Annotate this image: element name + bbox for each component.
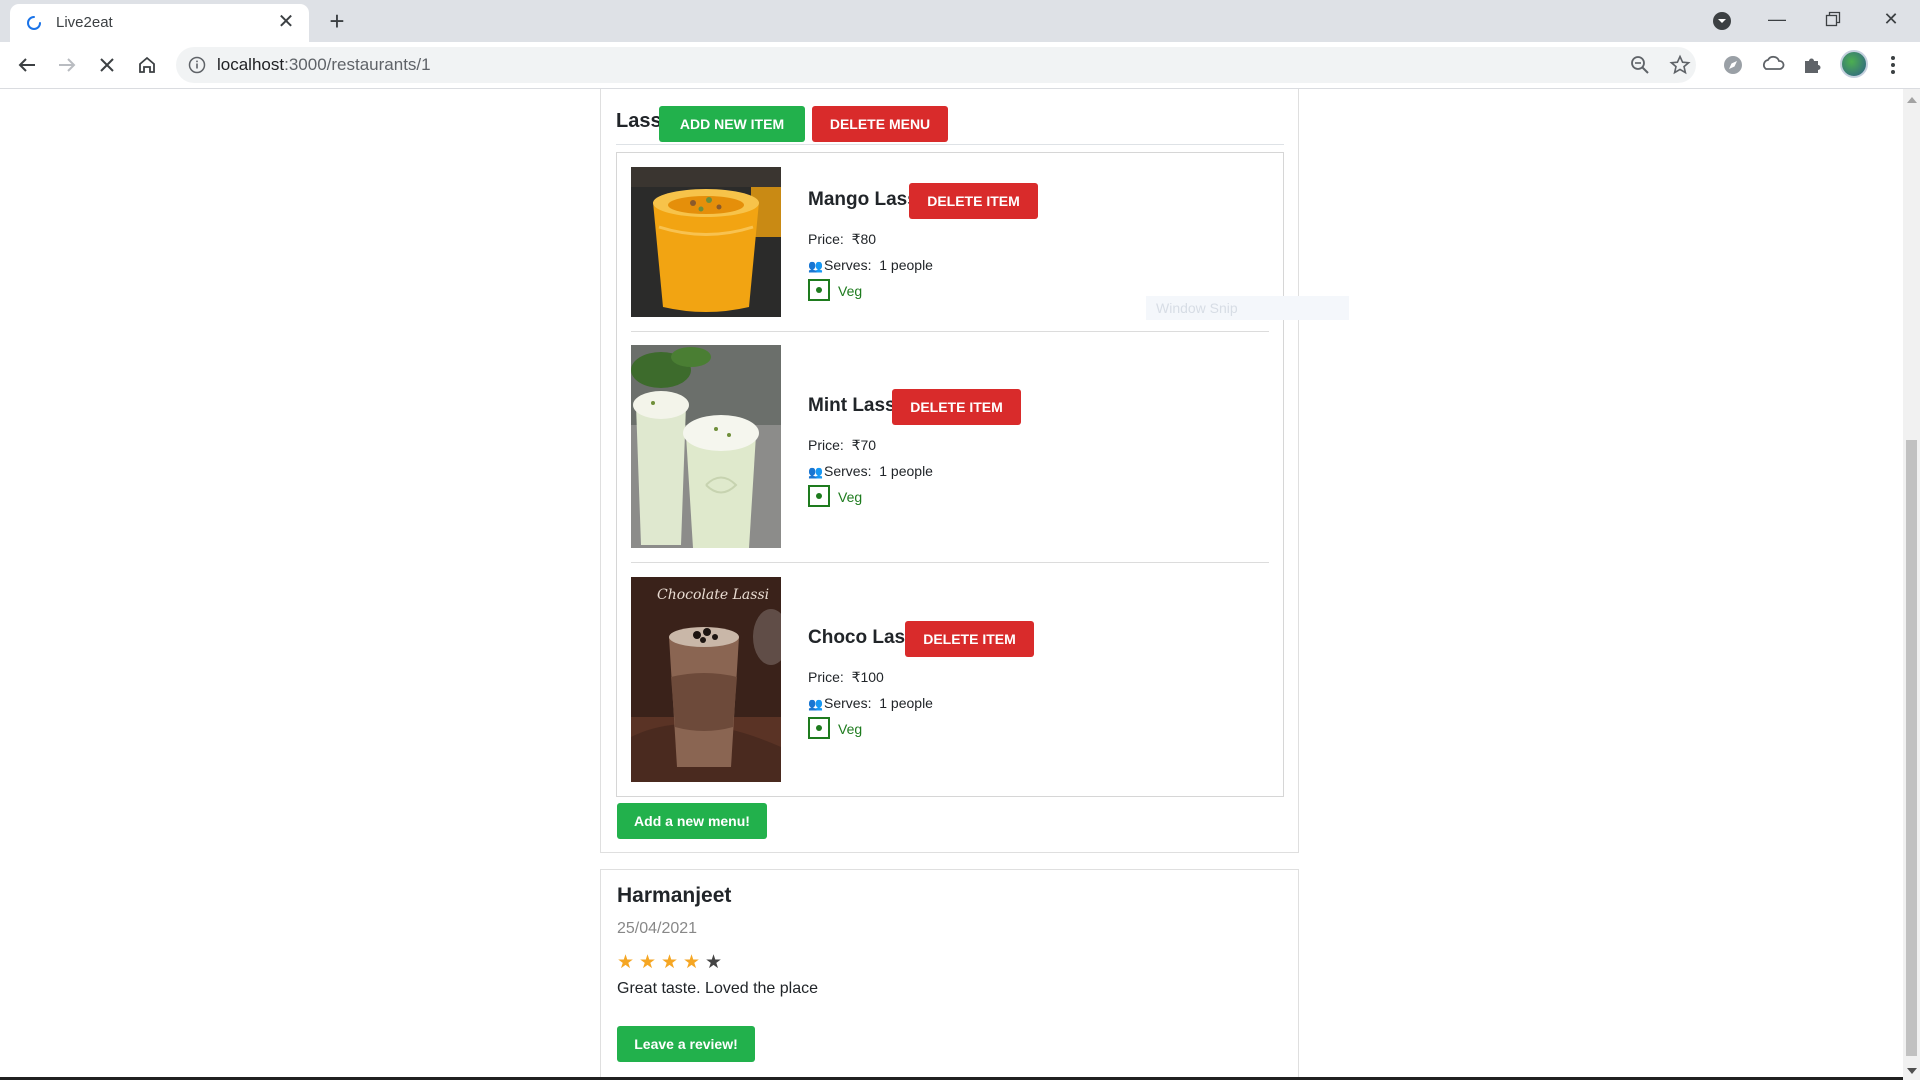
tab-strip: Live2eat ✕ + — ✕: [0, 0, 1920, 42]
item-price: Price: ₹70: [808, 437, 877, 453]
menu-items-list: Mango Lassi DELETE ITEM Price: ₹80 👥Serv…: [616, 152, 1284, 797]
back-arrow-icon[interactable]: [12, 50, 42, 80]
people-icon: 👥: [808, 697, 823, 711]
home-icon[interactable]: [132, 50, 162, 80]
delete-item-button[interactable]: DELETE ITEM: [892, 389, 1021, 425]
profile-avatar[interactable]: [1840, 50, 1868, 78]
restore-icon[interactable]: [1813, 4, 1853, 34]
scroll-down-arrow-icon[interactable]: [1907, 1068, 1917, 1074]
more-menu-icon[interactable]: [1878, 50, 1908, 80]
review-date: 25/04/2021: [617, 920, 698, 937]
star-empty-icon: ★: [705, 952, 723, 973]
star-filled-icon: ★: [617, 952, 635, 973]
review-text: Great taste. Loved the place: [617, 980, 819, 997]
star-rating: ★ ★ ★ ★ ★: [617, 951, 727, 973]
bookmark-star-icon[interactable]: [1669, 54, 1691, 76]
people-icon: 👥: [808, 465, 823, 479]
page-viewport: Lassi ADD NEW ITEM DELETE MENU Mango Las…: [0, 89, 1920, 1080]
star-filled-icon: ★: [661, 952, 679, 973]
forward-arrow-icon[interactable]: [52, 50, 82, 80]
stop-loading-icon[interactable]: [92, 50, 122, 80]
veg-indicator-icon: [808, 279, 830, 301]
scroll-up-arrow-icon[interactable]: [1907, 97, 1917, 103]
menu-header: Lassi ADD NEW ITEM DELETE MENU: [616, 98, 1284, 145]
url-text: localhost:3000/restaurants/1: [217, 55, 431, 74]
add-new-item-button[interactable]: ADD NEW ITEM: [659, 106, 805, 142]
item-name: Mango Lassi: [808, 189, 924, 210]
browser-tab[interactable]: Live2eat ✕: [10, 4, 309, 42]
list-item: Mint Lassi DELETE ITEM Price: ₹70 👥Serve…: [631, 345, 1269, 548]
tab-search-icon[interactable]: [1711, 10, 1733, 32]
veg-indicator-icon: [808, 717, 830, 739]
info-icon[interactable]: [188, 56, 206, 74]
star-filled-icon: ★: [639, 952, 657, 973]
delete-menu-button[interactable]: DELETE MENU: [812, 106, 948, 142]
item-diet: Veg: [838, 283, 863, 299]
tab-title: Live2eat: [56, 14, 113, 31]
scrollbar-thumb[interactable]: [1906, 440, 1917, 1056]
item-divider: [631, 562, 1269, 563]
item-serves: 👥Serves: 1 people: [808, 695, 933, 711]
extensions-puzzle-icon[interactable]: [1797, 50, 1827, 80]
mango-lassi-image: [631, 167, 781, 317]
item-name: Mint Lassi: [808, 395, 901, 416]
choco-lassi-image: [631, 577, 781, 782]
item-price: Price: ₹100: [808, 669, 884, 685]
veg-indicator-icon: [808, 485, 830, 507]
item-price: Price: ₹80: [808, 231, 877, 247]
item-serves: 👥Serves: 1 people: [808, 257, 933, 273]
minimize-icon[interactable]: —: [1757, 4, 1797, 34]
review-card: Harmanjeet 25/04/2021 ★ ★ ★ ★ ★ Great taste.…: [600, 869, 1299, 1080]
mint-lassi-image: [631, 345, 781, 548]
choco-image-caption: Chocolate Lassi: [657, 587, 770, 603]
new-tab-button[interactable]: +: [322, 6, 352, 36]
browser-toolbar: localhost:3000/restaurants/1: [0, 42, 1920, 89]
loading-spinner-icon: [27, 16, 41, 30]
vertical-scrollbar[interactable]: [1903, 89, 1920, 1080]
item-divider: [631, 331, 1269, 332]
review-author: Harmanjeet: [617, 884, 732, 907]
address-bar[interactable]: localhost:3000/restaurants/1: [176, 47, 1696, 83]
extension-compass-icon[interactable]: [1718, 50, 1748, 80]
window-snip-overlay: Window Snip: [1146, 296, 1349, 320]
tab-close-icon[interactable]: ✕: [275, 11, 297, 33]
list-item: Chocolate Lassi Choco Lassi DELETE ITEM …: [631, 577, 1269, 782]
item-diet: Veg: [838, 489, 863, 505]
leave-review-button[interactable]: Leave a review!: [617, 1026, 755, 1062]
add-new-menu-button[interactable]: Add a new menu!: [617, 803, 767, 839]
item-serves: 👥Serves: 1 people: [808, 463, 933, 479]
delete-item-button[interactable]: DELETE ITEM: [905, 621, 1034, 657]
delete-item-button[interactable]: DELETE ITEM: [909, 183, 1038, 219]
item-diet: Veg: [838, 721, 863, 737]
list-item: Mango Lassi DELETE ITEM Price: ₹80 👥Serv…: [631, 167, 1269, 317]
zoom-icon[interactable]: [1629, 54, 1651, 76]
close-window-icon[interactable]: ✕: [1871, 4, 1911, 34]
extension-cloud-icon[interactable]: [1758, 50, 1788, 80]
people-icon: 👥: [808, 259, 823, 273]
star-filled-icon: ★: [683, 952, 701, 973]
